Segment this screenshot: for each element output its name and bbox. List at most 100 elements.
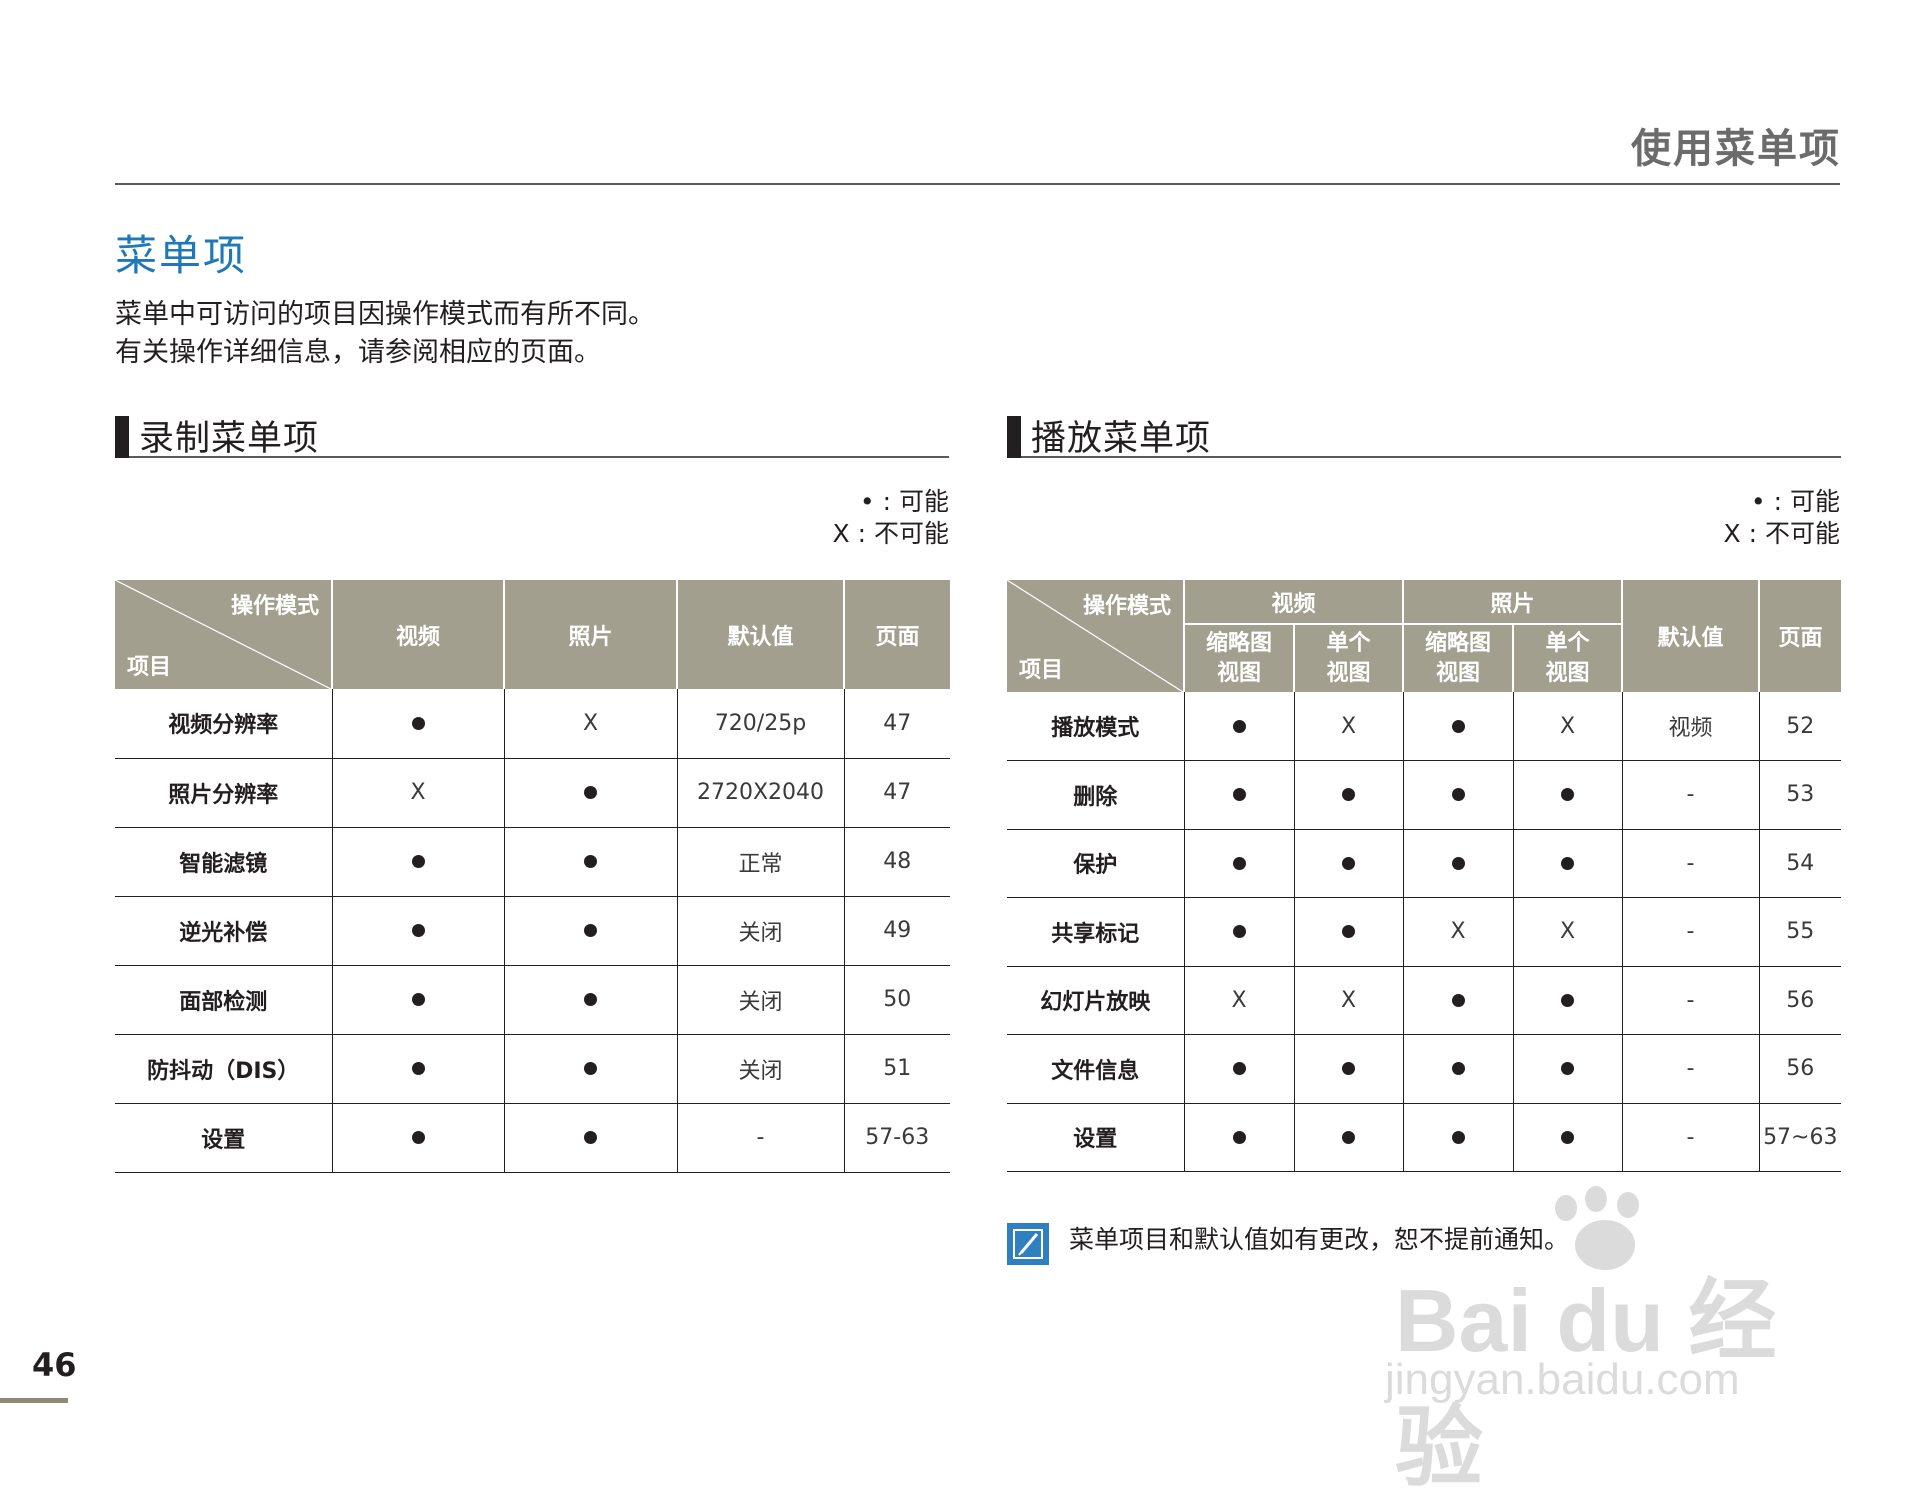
- page-number-rule: [0, 1398, 68, 1403]
- row-page-cell: 47: [843, 689, 950, 759]
- table-row: 智能滤镜 正常 48: [115, 827, 950, 897]
- row-video-thumb-cell: [1183, 829, 1294, 898]
- row-video-cell: [331, 689, 504, 759]
- available-dot-icon: [1561, 1130, 1575, 1144]
- legend-impossible: X : 不可能: [1723, 519, 1840, 548]
- row-item-name: 照片分辨率: [115, 758, 332, 828]
- available-dot-icon: [1232, 856, 1246, 870]
- chapter-title: 使用菜单项: [1631, 126, 1841, 172]
- table-row: 删除 -53: [1007, 760, 1842, 830]
- watermark-url: jingyan.baidu.com: [1385, 1355, 1740, 1404]
- header-photo-thumb: 缩略图 视图: [1402, 623, 1514, 692]
- top-rule: [115, 183, 1840, 185]
- row-photo-thumb-cell: X: [1402, 897, 1514, 967]
- header-mode-label: 操作模式: [230, 594, 319, 619]
- row-photo-cell: [503, 965, 677, 1035]
- paw-icon: [1585, 1186, 1607, 1212]
- header-item-label: 项目: [127, 655, 172, 680]
- row-photo-thumb-cell: [1402, 692, 1514, 761]
- header-corner: 操作模式 项目: [115, 580, 332, 689]
- intro-line: 有关操作详细信息，请参阅相应的页面。: [115, 337, 601, 368]
- header-single-line1: 单个: [1326, 630, 1371, 656]
- header-video: 视频: [331, 580, 504, 689]
- table-row: 设置 -57~63: [1007, 1103, 1842, 1172]
- row-video-cell: [331, 1103, 504, 1173]
- header-page: 页面: [1758, 580, 1842, 692]
- row-photo-thumb-cell: [1402, 1103, 1514, 1172]
- row-default-cell: -: [1621, 829, 1760, 898]
- available-dot-icon: [1561, 856, 1575, 870]
- table-row: 幻灯片放映 X X -56: [1007, 966, 1842, 1035]
- paw-icon: [1617, 1192, 1639, 1218]
- row-page-cell: 55: [1758, 897, 1842, 967]
- available-dot-icon: [1561, 788, 1575, 802]
- header-video: 视频: [1182, 580, 1404, 624]
- available-dot-icon: [1342, 925, 1355, 939]
- available-dot-icon: [411, 1062, 425, 1075]
- row-page-cell: 56: [1758, 966, 1842, 1035]
- row-item-name: 共享标记: [1007, 897, 1184, 967]
- row-default-cell: 关闭: [676, 896, 844, 966]
- row-video-thumb-cell: [1183, 760, 1294, 830]
- recording-subheading-text: 录制菜单项: [139, 419, 320, 459]
- row-photo-thumb-cell: [1402, 1034, 1514, 1104]
- available-dot-icon: [1451, 1130, 1465, 1144]
- table-row: 逆光补偿 关闭 49: [115, 896, 950, 966]
- available-dot-icon: [1342, 788, 1355, 802]
- row-photo-cell: [503, 896, 677, 966]
- recording-menu-table: 操作模式 项目 视频 照片 默认值 页面 视频分辨率 X 720/25p 47 照片分辨…: [115, 580, 950, 1173]
- table-row: 共享标记 X X -55: [1007, 897, 1842, 967]
- row-video-cell: [331, 1034, 504, 1104]
- row-photo-single-cell: [1512, 760, 1623, 830]
- row-item-name: 播放模式: [1007, 692, 1184, 761]
- row-video-single-cell: X: [1293, 692, 1404, 761]
- row-item-name: 幻灯片放映: [1007, 966, 1184, 1035]
- table-row: 设置 -57-63: [115, 1103, 950, 1173]
- page-number: 46: [32, 1346, 77, 1384]
- row-photo-single-cell: [1512, 1034, 1623, 1104]
- row-page-cell: 54: [1758, 829, 1842, 898]
- intro-text: 菜单中可访问的项目因操作模式而有所不同。 有关操作详细信息，请参阅相应的页面。: [115, 296, 655, 372]
- subheading-bar: [1007, 416, 1021, 458]
- row-item-name: 智能滤镜: [115, 827, 332, 897]
- row-video-single-cell: X: [1293, 966, 1404, 1035]
- table-row: 文件信息 -56: [1007, 1034, 1842, 1104]
- row-item-name: 视频分辨率: [115, 689, 332, 759]
- row-default-cell: -: [1621, 897, 1760, 967]
- row-default-cell: -: [1621, 1103, 1760, 1172]
- row-photo-thumb-cell: [1402, 760, 1514, 830]
- row-page-cell: 50: [843, 965, 950, 1035]
- row-video-single-cell: [1293, 1103, 1404, 1172]
- header-video-thumb: 缩略图 视图: [1183, 623, 1294, 692]
- header-photo: 照片: [503, 580, 677, 689]
- table-row: 播放模式 X X 视频 52: [1007, 692, 1842, 761]
- available-dot-icon: [584, 1062, 597, 1075]
- row-page-cell: 57-63: [843, 1103, 950, 1173]
- available-dot-icon: [1342, 1130, 1355, 1144]
- header-default: 默认值: [1621, 580, 1760, 692]
- row-default-cell: -: [676, 1103, 844, 1173]
- row-page-cell: 52: [1758, 692, 1842, 761]
- available-dot-icon: [584, 924, 597, 937]
- row-item-name: 防抖动（DIS）: [115, 1034, 332, 1104]
- available-dot-icon: [1451, 719, 1465, 733]
- table-row: 防抖动（DIS） 关闭 51: [115, 1034, 950, 1104]
- header-thumb-line1: 缩略图: [1425, 630, 1492, 656]
- row-default-cell: 2720X2040: [676, 758, 844, 828]
- row-photo-single-cell: X: [1512, 897, 1623, 967]
- row-page-cell: 57~63: [1758, 1103, 1842, 1172]
- available-dot-icon: [411, 993, 425, 1006]
- header-thumb-line2: 视图: [1216, 660, 1261, 686]
- available-dot-icon: [411, 855, 425, 868]
- row-default-cell: 正常: [676, 827, 844, 897]
- row-photo-single-cell: X: [1512, 692, 1623, 761]
- subheading-bar: [115, 416, 129, 458]
- header-page: 页面: [843, 580, 950, 689]
- row-photo-cell: [503, 1103, 677, 1173]
- available-dot-icon: [584, 855, 597, 868]
- header-mode-label: 操作模式: [1082, 594, 1171, 619]
- available-dot-icon: [1342, 856, 1355, 870]
- row-default-cell: -: [1621, 1034, 1760, 1104]
- intro-line: 菜单中可访问的项目因操作模式而有所不同。: [115, 299, 655, 330]
- available-dot-icon: [1451, 1062, 1465, 1076]
